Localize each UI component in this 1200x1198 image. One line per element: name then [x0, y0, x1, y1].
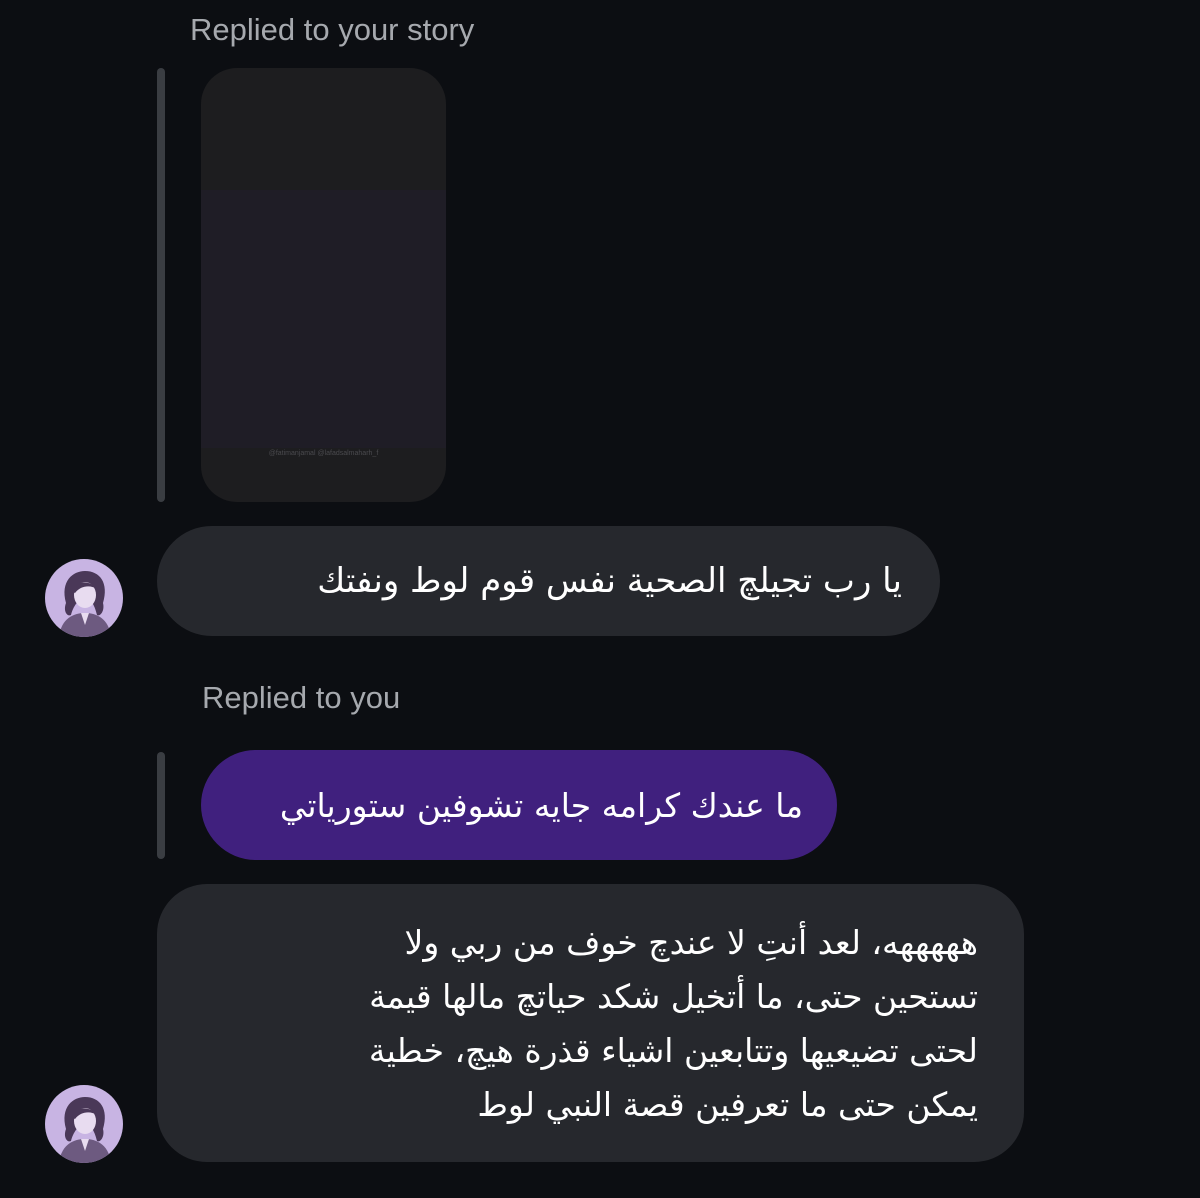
avatar-illustration	[59, 1097, 111, 1163]
message-text-line: لحتى تضيعيها وتتابعين اشياء قذرة هيچ، خط…	[368, 1031, 978, 1070]
quoted-message-bubble[interactable]: ما عندك كرامه جايه تشوفين ستورياتي	[201, 750, 837, 860]
story-thumbnail[interactable]: @fatimanjamal @lafadsalmaharh_f	[201, 68, 446, 502]
message-text-line: يمكن حتى ما تعرفين قصة النبي لوط	[477, 1085, 978, 1124]
story-quote-bar	[157, 68, 165, 502]
message-bubble[interactable]: يا رب تجيلچ الصحية نفس قوم لوط ونفتك	[157, 526, 940, 636]
avatar[interactable]	[45, 1085, 123, 1163]
avatar[interactable]	[45, 559, 123, 637]
story-image-band	[201, 190, 446, 448]
story-reply-label: Replied to your story	[190, 12, 475, 47]
avatar-illustration	[59, 571, 111, 637]
reply-quote-bar	[157, 752, 165, 859]
story-watermark: @fatimanjamal @lafadsalmaharh_f	[268, 450, 379, 457]
message-bubble[interactable]: هههههه، لعد أنتِ لا عندچ خوف من ربي ولا …	[157, 884, 1024, 1162]
reply-context-label: Replied to you	[202, 680, 401, 715]
message-text-line: تستحين حتى، ما أتخيل شكد حياتچ مالها قيم…	[369, 977, 978, 1016]
message-text-line: هههههه، لعد أنتِ لا عندچ خوف من ربي ولا	[404, 923, 979, 962]
message-text: يا رب تجيلچ الصحية نفس قوم لوط ونفتك	[317, 561, 902, 601]
quoted-message-text: ما عندك كرامه جايه تشوفين ستورياتي	[279, 785, 803, 825]
